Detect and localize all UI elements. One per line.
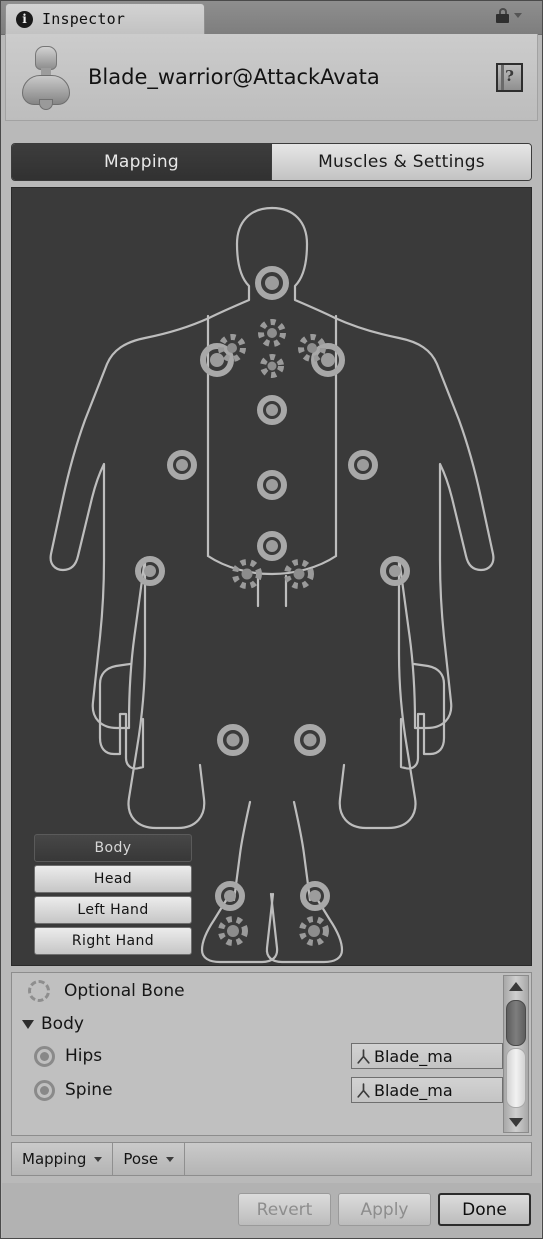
bone-field-hips[interactable]: Blade_ma xyxy=(351,1043,503,1069)
lock-controls xyxy=(496,8,522,23)
transform-icon xyxy=(357,1082,370,1098)
mapping-dropdown[interactable]: Mapping xyxy=(12,1143,114,1175)
optional-bone-legend: Optional Bone xyxy=(12,973,531,1009)
bone-field-spine-value: Blade_ma xyxy=(374,1080,453,1100)
bone-list-scrollbar[interactable] xyxy=(503,975,529,1133)
tab-mapping-label: Mapping xyxy=(103,152,180,172)
window-tabstrip: i Inspector xyxy=(1,1,542,35)
revert-button-label: Revert xyxy=(256,1199,313,1220)
part-button-body[interactable]: Body xyxy=(34,834,192,862)
footer-bar: Revert Apply Done xyxy=(2,1183,541,1238)
chevron-down-icon[interactable] xyxy=(514,13,522,18)
triangle-down-icon[interactable] xyxy=(22,1019,34,1029)
transform-icon xyxy=(357,1048,370,1064)
filled-circle-icon xyxy=(34,1079,55,1101)
bone-field-spine[interactable]: Blade_ma xyxy=(351,1077,503,1103)
footer-buttons: Revert Apply Done xyxy=(238,1193,531,1226)
lock-icon[interactable] xyxy=(496,8,509,23)
done-button-label: Done xyxy=(462,1199,507,1220)
part-button-right-hand[interactable]: Right Hand xyxy=(34,927,192,955)
part-button-body-label: Body xyxy=(94,840,132,856)
arrow-up-icon xyxy=(509,981,523,991)
arrow-down-icon xyxy=(509,1117,523,1127)
filled-circle-icon xyxy=(34,1045,55,1067)
revert-button[interactable]: Revert xyxy=(238,1193,331,1226)
optional-bone-label: Optional Bone xyxy=(64,981,185,1001)
table-row[interactable]: Spine Blade_ma xyxy=(12,1073,531,1107)
bone-group-body[interactable]: Body xyxy=(12,1009,531,1039)
avatar-tabs: Mapping Muscles & Settings xyxy=(11,143,532,181)
tab-muscles-settings[interactable]: Muscles & Settings xyxy=(271,144,531,180)
mapping-dropdown-label: Mapping xyxy=(22,1150,87,1168)
inspector-window: i Inspector Blade_warrior@AttackAvata Ma… xyxy=(0,0,543,1239)
tab-muscles-settings-label: Muscles & Settings xyxy=(318,152,485,172)
caret-down-icon xyxy=(166,1156,175,1162)
scrollbar-thumb[interactable] xyxy=(506,1000,526,1046)
bone-list[interactable]: Optional Bone Body Hips Blade_ma Spine B… xyxy=(11,972,532,1136)
bone-field-hips-value: Blade_ma xyxy=(374,1046,453,1066)
dashed-circle-icon xyxy=(28,980,50,1002)
caret-down-icon xyxy=(94,1156,103,1162)
part-button-left-hand-label: Left Hand xyxy=(77,902,149,918)
tab-inspector-label: Inspector xyxy=(42,10,126,28)
avatar-mapping-canvas[interactable]: Body Head Left Hand Right Hand xyxy=(11,187,532,966)
mapping-toolbar: Mapping Pose xyxy=(11,1142,532,1176)
scroll-down-button[interactable] xyxy=(504,1112,528,1132)
part-button-head[interactable]: Head xyxy=(34,865,192,893)
table-row[interactable]: Hips Blade_ma xyxy=(12,1039,531,1073)
part-button-right-hand-label: Right Hand xyxy=(71,933,155,949)
bone-name-hips: Hips xyxy=(65,1046,103,1066)
apply-button[interactable]: Apply xyxy=(338,1193,431,1226)
part-button-left-hand[interactable]: Left Hand xyxy=(34,896,192,924)
pose-dropdown-label: Pose xyxy=(123,1150,159,1168)
scrollbar-track[interactable] xyxy=(506,1048,526,1108)
info-icon: i xyxy=(16,10,33,28)
scroll-up-button[interactable] xyxy=(504,976,528,996)
avatar-icon xyxy=(18,44,74,110)
tab-mapping[interactable]: Mapping xyxy=(12,144,271,180)
pose-dropdown[interactable]: Pose xyxy=(113,1143,186,1175)
tab-inspector[interactable]: i Inspector xyxy=(5,3,205,34)
body-part-buttons: Body Head Left Hand Right Hand xyxy=(34,834,192,955)
page-title: Blade_warrior@AttackAvata xyxy=(88,65,380,89)
done-button[interactable]: Done xyxy=(438,1193,531,1226)
apply-button-label: Apply xyxy=(360,1199,409,1220)
part-button-head-label: Head xyxy=(93,871,133,887)
bone-name-spine: Spine xyxy=(65,1080,113,1100)
bone-group-body-label: Body xyxy=(41,1014,84,1034)
help-book-icon[interactable] xyxy=(496,62,523,92)
object-header: Blade_warrior@AttackAvata xyxy=(5,34,538,121)
